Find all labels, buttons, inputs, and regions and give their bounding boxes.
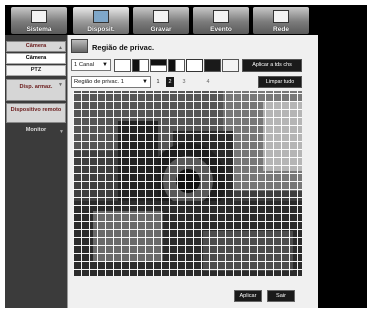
device-icon — [93, 10, 109, 23]
layout-quad-icon[interactable] — [150, 59, 167, 72]
sidebar-item-ptz[interactable]: PTZ — [6, 65, 66, 76]
right-margin — [318, 35, 367, 308]
tab-sistema[interactable]: Sistema — [11, 7, 67, 34]
tab-evento[interactable]: Evento — [193, 7, 249, 34]
layout-dark-icon[interactable] — [204, 59, 221, 72]
network-icon — [273, 10, 289, 23]
sidebar-item-label: Monitor — [25, 127, 47, 133]
region-number-1[interactable]: 1 — [154, 77, 162, 87]
region-number-4[interactable]: 4 — [204, 77, 212, 87]
privacy-region-select[interactable]: Região de privac. 1 ▼ — [71, 76, 151, 88]
monitor-icon — [31, 10, 47, 23]
chevron-down-icon: ▼ — [102, 62, 108, 68]
apply-all-channels-button[interactable]: Aplicar a tds chs — [242, 59, 302, 72]
recording-icon — [153, 10, 169, 23]
tab-label: Disposit. — [87, 26, 115, 33]
layout-blank-icon[interactable] — [222, 59, 239, 72]
layout-full-icon[interactable] — [186, 59, 203, 72]
region-number-2[interactable]: 2 — [166, 77, 174, 87]
privacy-region-panel: Região de privac. 1 Canal ▼ Aplicar a td… — [67, 35, 319, 308]
sidebar-item-label: Câmera — [25, 43, 47, 49]
sidebar-item-label: Disp. armaz. — [19, 84, 53, 90]
privacy-region-select-value: Região de privac. 1 — [74, 79, 124, 85]
tab-disposit[interactable]: Disposit. — [73, 7, 129, 34]
app-window: Sistema Disposit. Gravar Evento Rede Câm… — [5, 5, 367, 308]
sidebar-item-remote-device[interactable]: Dispositivo remoto — [6, 103, 66, 123]
sidebar-item-label: Câmera — [25, 55, 47, 61]
chevron-down-icon: ▼ — [142, 79, 148, 85]
expand-icon: ▼ — [58, 82, 63, 88]
tab-label: Evento — [210, 26, 232, 33]
collapse-icon: ▲ — [58, 45, 63, 51]
region-number-3[interactable]: 3 — [180, 77, 188, 87]
sidebar-item-camera-group[interactable]: Câmera ▲ — [6, 41, 66, 52]
layout-single-icon[interactable] — [114, 59, 131, 72]
privacy-mask-grid[interactable] — [73, 91, 302, 278]
event-icon — [213, 10, 229, 23]
top-navigation: Sistema Disposit. Gravar Evento Rede — [5, 5, 367, 35]
layout-split-icon[interactable] — [132, 59, 149, 72]
page-title: Região de privac. — [92, 43, 155, 52]
tab-label: Gravar — [150, 26, 172, 33]
sidebar-item-camera[interactable]: Câmera — [6, 53, 66, 64]
camera-preview[interactable] — [73, 91, 302, 278]
tab-label: Sistema — [26, 26, 52, 33]
clear-all-button[interactable]: Limpar tudo — [258, 76, 302, 88]
tab-gravar[interactable]: Gravar — [133, 7, 189, 34]
exit-button[interactable]: Sair — [267, 290, 295, 302]
camera-settings-icon — [71, 39, 88, 53]
footer: Aplicar Sair — [68, 276, 319, 308]
sidebar-item-label: Dispositivo remoto — [10, 107, 62, 113]
expand-icon: ▼ — [59, 129, 64, 135]
sidebar-item-storage[interactable]: Disp. armaz. ▼ — [6, 79, 66, 101]
channel-select-value: 1 Canal — [74, 62, 94, 68]
sidebar-item-label: PTZ — [30, 67, 42, 73]
tab-rede[interactable]: Rede — [253, 7, 309, 34]
tab-label: Rede — [273, 26, 289, 33]
apply-button[interactable]: Aplicar — [234, 290, 262, 302]
sidebar-item-monitor[interactable]: Monitor ▼ — [6, 125, 66, 137]
channel-select[interactable]: 1 Canal ▼ — [71, 59, 111, 71]
sidebar: Câmera ▲ Câmera PTZ Disp. armaz. ▼ Dispo… — [5, 35, 67, 308]
layout-left-icon[interactable] — [168, 59, 185, 72]
